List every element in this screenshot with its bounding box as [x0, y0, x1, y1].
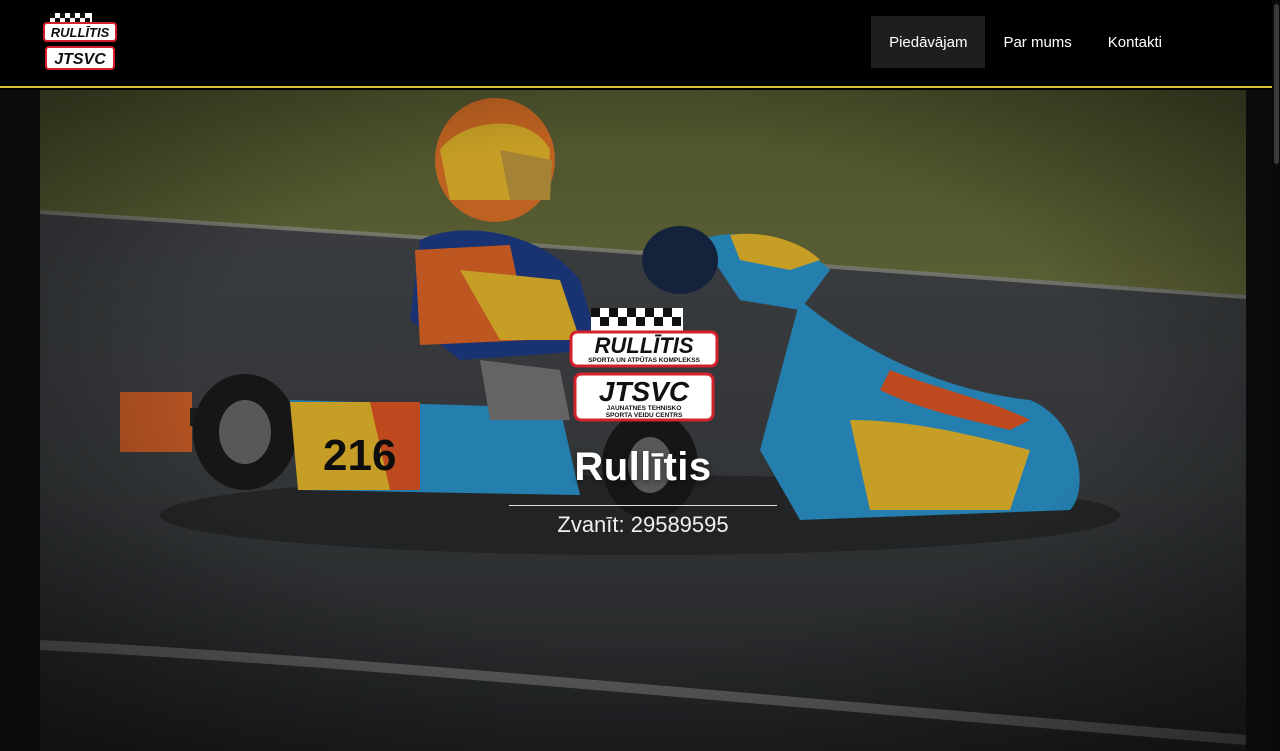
nav-item-piedavajam[interactable]: Piedāvājam: [871, 16, 986, 68]
hero-section: 216 RULLĪTIS SPORTA UN ATPŪTAS: [40, 90, 1246, 751]
svg-text:JTSVC: JTSVC: [54, 51, 106, 68]
svg-text:RULLĪTIS: RULLĪTIS: [595, 333, 694, 358]
hero-title: Rullītis: [574, 445, 712, 489]
svg-text:RULLĪTIS: RULLĪTIS: [51, 25, 110, 40]
svg-text:SPORTA VEIDU CENTRS: SPORTA VEIDU CENTRS: [606, 412, 683, 419]
hero-logo: RULLĪTIS SPORTA UN ATPŪTAS KOMPLEKSS JTS…: [569, 308, 719, 422]
page-scrollbar[interactable]: [1272, 0, 1280, 751]
site-logo[interactable]: RULLĪTIS JTSVC: [42, 11, 118, 73]
svg-text:SPORTA UN ATPŪTAS KOMPLEKSS: SPORTA UN ATPŪTAS KOMPLEKSS: [588, 356, 700, 364]
hero-phone-link[interactable]: Zvanīt: 29589595: [40, 512, 1246, 538]
main-nav: Piedāvājam Par mums Kontakti: [871, 16, 1180, 68]
hero-divider: [509, 505, 777, 506]
site-header: RULLĪTIS JTSVC Piedāvājam Par mums Konta…: [0, 0, 1280, 88]
scrollbar-thumb[interactable]: [1274, 4, 1279, 164]
nav-item-par-mums[interactable]: Par mums: [985, 16, 1089, 68]
svg-text:JTSVC: JTSVC: [599, 376, 690, 407]
nav-item-kontakti[interactable]: Kontakti: [1090, 16, 1180, 68]
svg-text:JAUNATNES TEHNISKO: JAUNATNES TEHNISKO: [607, 405, 682, 412]
